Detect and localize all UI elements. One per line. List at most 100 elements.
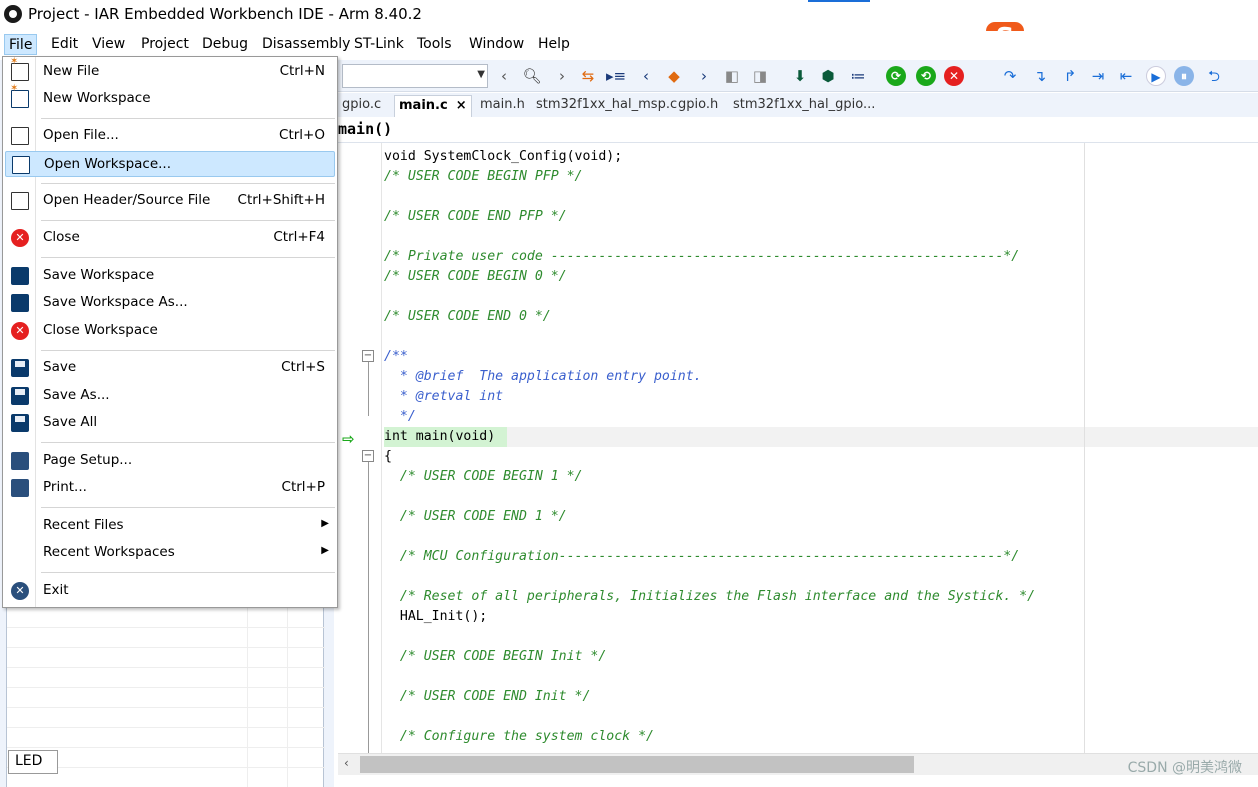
code-line[interactable]: * @brief The application entry point.: [384, 367, 702, 387]
find-icon[interactable]: 🔍︎: [522, 66, 542, 86]
code-line[interactable]: /* Configure the system clock */: [384, 727, 654, 747]
menu-item-recent-files[interactable]: Recent Files ▶: [5, 513, 335, 539]
code-line[interactable]: /* USER CODE BEGIN 1 */: [384, 467, 583, 487]
current-function[interactable]: main(): [338, 120, 392, 138]
stop-build-icon[interactable]: ✕: [944, 66, 964, 86]
code-line[interactable]: * @retval int: [384, 387, 503, 407]
code-line[interactable]: /* USER CODE BEGIN PFP */: [384, 167, 583, 187]
menu-item-save[interactable]: Save Ctrl+S: [5, 355, 335, 381]
program-counter-arrow-icon: ⇨: [342, 430, 355, 448]
menu-item-new-workspace[interactable]: ✶ New Workspace: [5, 83, 335, 112]
bookmark-icon[interactable]: ◆: [664, 66, 684, 86]
next-bookmark-icon[interactable]: ›: [694, 66, 714, 86]
menu-item-new-file[interactable]: ✶ New File Ctrl+N: [5, 56, 335, 85]
tab-main-c[interactable]: main.c ×: [394, 95, 472, 117]
menu-debug[interactable]: Debug: [198, 34, 252, 55]
menu-item-label: Page Setup...: [43, 452, 133, 468]
search-combo[interactable]: ▼: [342, 64, 488, 88]
close-workspace-icon: ✕: [11, 322, 29, 340]
nav-forward-icon[interactable]: ›: [552, 66, 572, 86]
scroll-thumb[interactable]: [360, 756, 914, 773]
menu-item-open-file[interactable]: Open File... Ctrl+O: [5, 123, 335, 149]
taskbar-accent: [808, 0, 870, 2]
menu-view[interactable]: View: [88, 34, 129, 55]
replace-icon[interactable]: ⇆: [578, 66, 598, 86]
code-line[interactable]: /* USER CODE END PFP */: [384, 207, 567, 227]
tab-stm32f1xx-hal-msp-c[interactable]: stm32f1xx_hal_msp.c: [532, 95, 681, 117]
menu-item-close[interactable]: ✕ Close Ctrl+F4: [5, 225, 335, 251]
menu-window[interactable]: Window: [465, 34, 528, 55]
go-icon[interactable]: ▶: [1146, 66, 1166, 86]
menu-item-open-workspace[interactable]: Open Workspace...: [5, 151, 335, 177]
menu-item-recent-workspaces[interactable]: Recent Workspaces ▶: [5, 540, 335, 566]
code-line[interactable]: /* USER CODE END Init */: [384, 687, 591, 707]
editor-gutter[interactable]: [338, 143, 382, 753]
tab-gpio-h[interactable]: gpio.h: [674, 95, 722, 117]
make-icon[interactable]: ⟳: [886, 66, 906, 86]
menu-item-open-header-source[interactable]: Open Header/Source File Ctrl+Shift+H: [5, 188, 335, 214]
menu-item-print[interactable]: Print... Ctrl+P: [5, 475, 335, 501]
code-line[interactable]: /* Reset of all peripherals, Initializes…: [384, 587, 1035, 607]
tab-stm32f1xx-hal-gpio[interactable]: stm32f1xx_hal_gpio...: [729, 95, 879, 117]
code-line[interactable]: /* USER CODE END 1 */: [384, 507, 567, 527]
next-statement-icon[interactable]: ⇥: [1088, 66, 1108, 86]
menu-project[interactable]: Project: [137, 34, 193, 55]
code-line[interactable]: /* USER CODE BEGIN Init */: [384, 647, 606, 667]
code-line[interactable]: */: [384, 407, 416, 427]
code-line[interactable]: void SystemClock_Config(void);: [384, 147, 622, 167]
code-line[interactable]: /**: [384, 347, 408, 367]
menu-item-save-workspace-as[interactable]: Save Workspace As...: [5, 290, 335, 316]
code-editor[interactable]: − − ⇨ void SystemClock_Config(void);/* U…: [338, 143, 1258, 753]
goto-icon[interactable]: ▸≡: [606, 66, 626, 86]
menu-disassembly[interactable]: Disassembly: [258, 34, 354, 55]
tab-main-h[interactable]: main.h: [476, 95, 529, 117]
menu-item-shortcut: Ctrl+Shift+H: [237, 192, 325, 208]
code-line[interactable]: /* USER CODE END 0 */: [384, 307, 551, 327]
nav-back-icon[interactable]: ‹: [494, 66, 514, 86]
close-icon[interactable]: ×: [456, 98, 467, 113]
menu-item-save-as[interactable]: Save As...: [5, 383, 335, 409]
step-over-icon[interactable]: ↷: [1000, 66, 1020, 86]
horizontal-scrollbar[interactable]: ‹: [338, 753, 1258, 775]
reset-icon[interactable]: ⮌: [1204, 66, 1224, 86]
code-line[interactable]: int main(void): [384, 427, 495, 447]
menu-item-label: Close: [43, 229, 80, 245]
code-line[interactable]: {: [384, 447, 392, 467]
fold-collapse-icon[interactable]: −: [362, 350, 374, 362]
menu-tools[interactable]: Tools: [413, 34, 456, 55]
menu-item-save-all[interactable]: Save All: [5, 410, 335, 436]
menu-item-page-setup[interactable]: Page Setup...: [5, 448, 335, 474]
run-to-cursor-icon[interactable]: ⇤: [1116, 66, 1136, 86]
prev-location-icon[interactable]: ◧: [722, 66, 742, 86]
menu-item-save-workspace[interactable]: Save Workspace: [5, 263, 335, 289]
code-line[interactable]: HAL_Init();: [384, 607, 487, 627]
scroll-left-icon[interactable]: ‹: [344, 756, 349, 770]
menu-file[interactable]: File: [4, 34, 38, 55]
workspace-tab-led[interactable]: LED: [8, 750, 58, 774]
next-location-icon[interactable]: ◨: [750, 66, 770, 86]
prev-bookmark-icon[interactable]: ‹: [636, 66, 656, 86]
code-line[interactable]: /* MCU Configuration--------------------…: [384, 547, 1019, 567]
menu-item-shortcut: Ctrl+O: [279, 127, 325, 143]
download-icon[interactable]: ⬇: [790, 66, 810, 86]
menu-item-exit[interactable]: ✕ Exit: [5, 578, 335, 604]
step-out-icon[interactable]: ↱: [1060, 66, 1080, 86]
rebuild-icon[interactable]: ⟲: [916, 66, 936, 86]
save-icon: [11, 359, 29, 377]
menu-item-close-workspace[interactable]: ✕ Close Workspace: [5, 318, 335, 344]
menu-edit[interactable]: Edit: [47, 34, 82, 55]
breakpoint-list-icon[interactable]: ≔: [848, 66, 868, 86]
function-bar[interactable]: main(): [338, 117, 1258, 143]
menu-item-label: Save Workspace As...: [43, 294, 188, 310]
menu-st-link[interactable]: ST-Link: [350, 34, 408, 55]
download-debug-icon[interactable]: ⬢: [818, 66, 838, 86]
code-line[interactable]: /* USER CODE BEGIN 0 */: [384, 267, 567, 287]
menu-help[interactable]: Help: [534, 34, 574, 55]
editor-tabs: gpio.c main.c × main.h stm32f1xx_hal_msp.…: [338, 93, 1258, 117]
code-line[interactable]: /* Private user code -------------------…: [384, 247, 1019, 267]
tab-gpio-c[interactable]: gpio.c: [338, 95, 385, 117]
chevron-down-icon[interactable]: ▼: [477, 69, 485, 80]
fold-collapse-icon[interactable]: −: [362, 450, 374, 462]
break-icon[interactable]: ⏸: [1174, 66, 1194, 86]
step-into-icon[interactable]: ↴: [1030, 66, 1050, 86]
